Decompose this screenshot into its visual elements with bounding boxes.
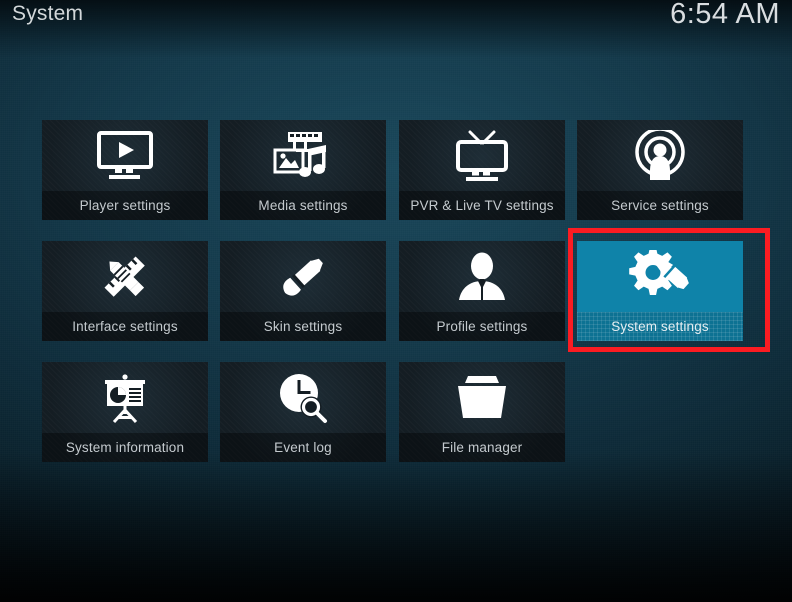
broadcast-person-icon [577,120,743,191]
settings-row: Interface settings Skin settings Profile… [42,241,752,341]
tile-system-settings[interactable]: System settings [577,241,743,341]
tv-antenna-icon [399,120,565,191]
settings-row: System information Event log File manage… [42,362,752,462]
tile-label: Media settings [220,191,386,220]
tile-system-information[interactable]: System information [42,362,208,462]
film-photo-music-icon [220,120,386,191]
tv-play-icon [42,120,208,191]
settings-grid: Player settings Media settings PVR & Liv… [42,120,752,483]
tile-label: Service settings [577,191,743,220]
tile-label: System information [42,433,208,462]
tile-pvr-live-tv-settings[interactable]: PVR & Live TV settings [399,120,565,220]
folder-icon [399,362,565,433]
kodi-system-screen: System 6:54 AM Player settings Media set… [0,0,792,602]
tile-interface-settings[interactable]: Interface settings [42,241,208,341]
tile-profile-settings[interactable]: Profile settings [399,241,565,341]
tile-skin-settings[interactable]: Skin settings [220,241,386,341]
tile-media-settings[interactable]: Media settings [220,120,386,220]
tile-label: Interface settings [42,312,208,341]
clock: 6:54 AM [670,0,780,30]
person-bust-icon [399,241,565,312]
pencil-ruler-icon [42,241,208,312]
tile-label: Skin settings [220,312,386,341]
tile-label: Player settings [42,191,208,220]
tile-file-manager[interactable]: File manager [399,362,565,462]
clock-search-icon [220,362,386,433]
page-title: System [12,2,84,25]
tile-label: Event log [220,433,386,462]
top-header-bar: System 6:54 AM [0,0,792,58]
paintbrush-icon [220,241,386,312]
tile-label: PVR & Live TV settings [399,191,565,220]
presentation-chart-icon [42,362,208,433]
settings-row: Player settings Media settings PVR & Liv… [42,120,752,220]
gear-screwdriver-icon [577,241,743,312]
tile-label: Profile settings [399,312,565,341]
tile-event-log[interactable]: Event log [220,362,386,462]
tile-player-settings[interactable]: Player settings [42,120,208,220]
tile-label: File manager [399,433,565,462]
tile-label: System settings [577,312,743,341]
tile-service-settings[interactable]: Service settings [577,120,743,220]
